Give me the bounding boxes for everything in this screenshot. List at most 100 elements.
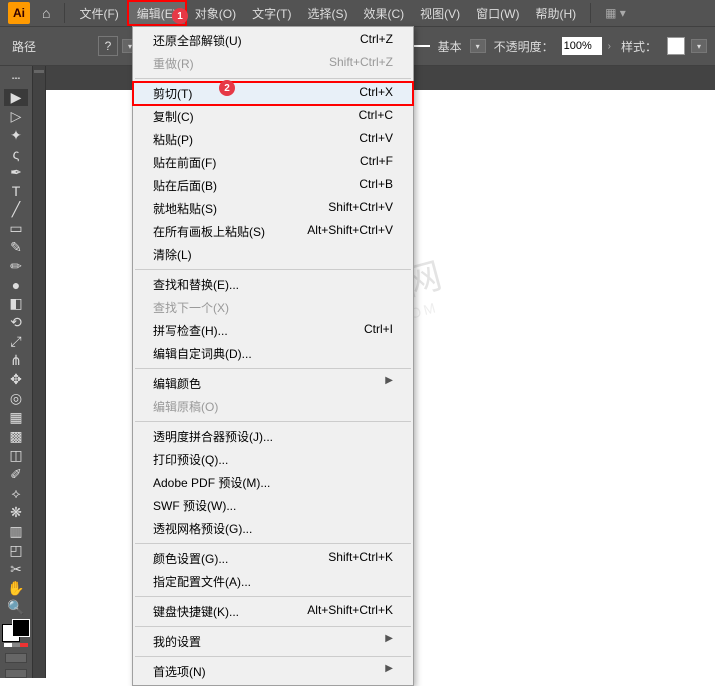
menu-paste-front[interactable]: 贴在前面(F)Ctrl+F <box>133 151 413 174</box>
menu-select[interactable]: 选择(S) <box>299 0 355 26</box>
blend-tool[interactable]: ⟡ <box>4 485 28 502</box>
menu-paste[interactable]: 粘贴(P)Ctrl+V <box>133 128 413 151</box>
grip-icon: ┄ <box>4 70 28 87</box>
separator <box>135 626 411 627</box>
menu-cut[interactable]: 剪切(T)Ctrl+X <box>132 81 414 106</box>
menu-find-next: 查找下一个(X) <box>133 296 413 319</box>
separator <box>135 543 411 544</box>
graph-tool[interactable]: ▥ <box>4 523 28 540</box>
opacity-input[interactable] <box>562 37 602 55</box>
grip-icon <box>34 70 44 73</box>
zoom-tool[interactable]: 🔍 <box>4 599 28 616</box>
width-tool[interactable]: ⋔ <box>4 352 28 369</box>
pencil-tool[interactable]: ✏ <box>4 258 28 275</box>
menu-paste-back[interactable]: 贴在后面(B)Ctrl+B <box>133 174 413 197</box>
submenu-arrow-icon: ▶ <box>385 633 393 650</box>
free-transform-tool[interactable]: ✥ <box>4 371 28 388</box>
selection-tool[interactable]: ▶ <box>4 89 28 106</box>
menu-help[interactable]: 帮助(H) <box>527 0 584 26</box>
pen-tool[interactable]: ✒ <box>4 164 28 181</box>
app-logo: Ai <box>8 2 30 24</box>
menu-spell-check[interactable]: 拼写检查(H)...Ctrl+I <box>133 319 413 342</box>
separator <box>135 421 411 422</box>
symbol-sprayer-tool[interactable]: ❋ <box>4 504 28 521</box>
divider <box>64 3 65 23</box>
path-label: 路径 <box>12 38 36 55</box>
style-dropdown[interactable]: ▾ <box>691 39 707 53</box>
application-menubar: Ai ⌂ 文件(F) 编辑(E) 对象(O) 文字(T) 选择(S) 效果(C)… <box>0 0 715 26</box>
menu-clear[interactable]: 清除(L) <box>133 243 413 266</box>
draw-mode-button[interactable] <box>5 669 27 678</box>
annotation-marker-2: 2 <box>219 80 235 96</box>
mesh-tool[interactable]: ▩ <box>4 428 28 445</box>
type-tool[interactable]: T <box>4 183 28 199</box>
slice-tool[interactable]: ✂ <box>4 561 28 578</box>
rotate-tool[interactable]: ⟲ <box>4 314 28 331</box>
direct-selection-tool[interactable]: ▷ <box>4 108 28 125</box>
menu-edit-original: 编辑原稿(O) <box>133 395 413 418</box>
menu-color-settings[interactable]: 颜色设置(G)...Shift+Ctrl+K <box>133 547 413 570</box>
menu-undo[interactable]: 还原全部解锁(U)Ctrl+Z <box>133 29 413 52</box>
artboard-tool[interactable]: ◰ <box>4 542 28 559</box>
separator <box>135 78 411 79</box>
style-label: 样式： <box>621 38 657 55</box>
menu-type[interactable]: 文字(T) <box>244 0 299 26</box>
paintbrush-tool[interactable]: ✎ <box>4 239 28 256</box>
menu-paste-all-artboards[interactable]: 在所有画板上粘贴(S)Alt+Shift+Ctrl+V <box>133 220 413 243</box>
menu-custom-dictionary[interactable]: 编辑自定词典(D)... <box>133 342 413 365</box>
chevron-right-icon[interactable]: › <box>608 41 611 52</box>
separator <box>135 368 411 369</box>
stroke-dropdown[interactable]: ▾ <box>470 39 486 53</box>
separator <box>135 656 411 657</box>
menu-print-preset[interactable]: 打印预设(Q)... <box>133 448 413 471</box>
separator <box>135 596 411 597</box>
menu-my-settings[interactable]: 我的设置▶ <box>133 630 413 653</box>
line-tool[interactable]: ╱ <box>4 201 28 218</box>
help-icon[interactable]: ? <box>98 36 118 56</box>
workspace-icon[interactable]: ▦ ▾ <box>605 6 626 20</box>
submenu-arrow-icon: ▶ <box>385 663 393 680</box>
home-icon[interactable]: ⌂ <box>42 5 50 21</box>
menu-object[interactable]: 对象(O) <box>187 0 244 26</box>
eyedropper-tool[interactable]: ✐ <box>4 466 28 483</box>
menu-preferences[interactable]: 首选项(N)▶ <box>133 660 413 683</box>
color-swatches[interactable] <box>2 624 30 637</box>
menu-effect[interactable]: 效果(C) <box>355 0 412 26</box>
shape-builder-tool[interactable]: ◎ <box>4 390 28 407</box>
menu-perspective-preset[interactable]: 透视网格预设(G)... <box>133 517 413 540</box>
menu-copy[interactable]: 复制(C)Ctrl+C <box>133 105 413 128</box>
gradient-tool[interactable]: ◫ <box>4 447 28 464</box>
edit-menu-dropdown: 还原全部解锁(U)Ctrl+Z 重做(R)Shift+Ctrl+Z 剪切(T)C… <box>132 26 414 686</box>
screen-mode-button[interactable] <box>5 653 27 662</box>
color-mode-bar[interactable] <box>4 643 28 648</box>
style-swatch[interactable] <box>667 37 685 55</box>
rectangle-tool[interactable]: ▭ <box>4 220 28 237</box>
menu-find-replace[interactable]: 查找和替换(E)... <box>133 273 413 296</box>
perspective-tool[interactable]: ▦ <box>4 409 28 426</box>
menu-file[interactable]: 文件(F) <box>71 0 126 26</box>
tools-panel: ┄ ▶ ▷ ✦ ς ✒ T ╱ ▭ ✎ ✏ ● ◧ ⟲ ⤢ ⋔ ✥ ◎ ▦ ▩ … <box>0 66 32 678</box>
annotation-marker-1: 1 <box>172 8 188 24</box>
scale-tool[interactable]: ⤢ <box>4 333 28 350</box>
submenu-arrow-icon: ▶ <box>385 375 393 392</box>
magic-wand-tool[interactable]: ✦ <box>4 127 28 144</box>
divider <box>590 3 591 23</box>
menu-pdf-preset[interactable]: Adobe PDF 预设(M)... <box>133 471 413 494</box>
menu-transparency-preset[interactable]: 透明度拼合器预设(J)... <box>133 425 413 448</box>
panel-strip[interactable] <box>32 66 46 678</box>
lasso-tool[interactable]: ς <box>4 146 28 162</box>
hand-tool[interactable]: ✋ <box>4 580 28 597</box>
blob-brush-tool[interactable]: ● <box>4 277 28 293</box>
menu-view[interactable]: 视图(V) <box>412 0 468 26</box>
menu-window[interactable]: 窗口(W) <box>468 0 527 26</box>
eraser-tool[interactable]: ◧ <box>4 295 28 312</box>
separator <box>135 269 411 270</box>
menu-keyboard-shortcuts[interactable]: 键盘快捷键(K)...Alt+Shift+Ctrl+K <box>133 600 413 623</box>
menu-assign-profile[interactable]: 指定配置文件(A)... <box>133 570 413 593</box>
stroke-swatch[interactable] <box>12 619 30 637</box>
menu-edit-colors[interactable]: 编辑颜色▶ <box>133 372 413 395</box>
basic-label: 基本 <box>438 38 462 55</box>
menu-paste-in-place[interactable]: 就地粘贴(S)Shift+Ctrl+V <box>133 197 413 220</box>
menu-redo: 重做(R)Shift+Ctrl+Z <box>133 52 413 75</box>
menu-swf-preset[interactable]: SWF 预设(W)... <box>133 494 413 517</box>
